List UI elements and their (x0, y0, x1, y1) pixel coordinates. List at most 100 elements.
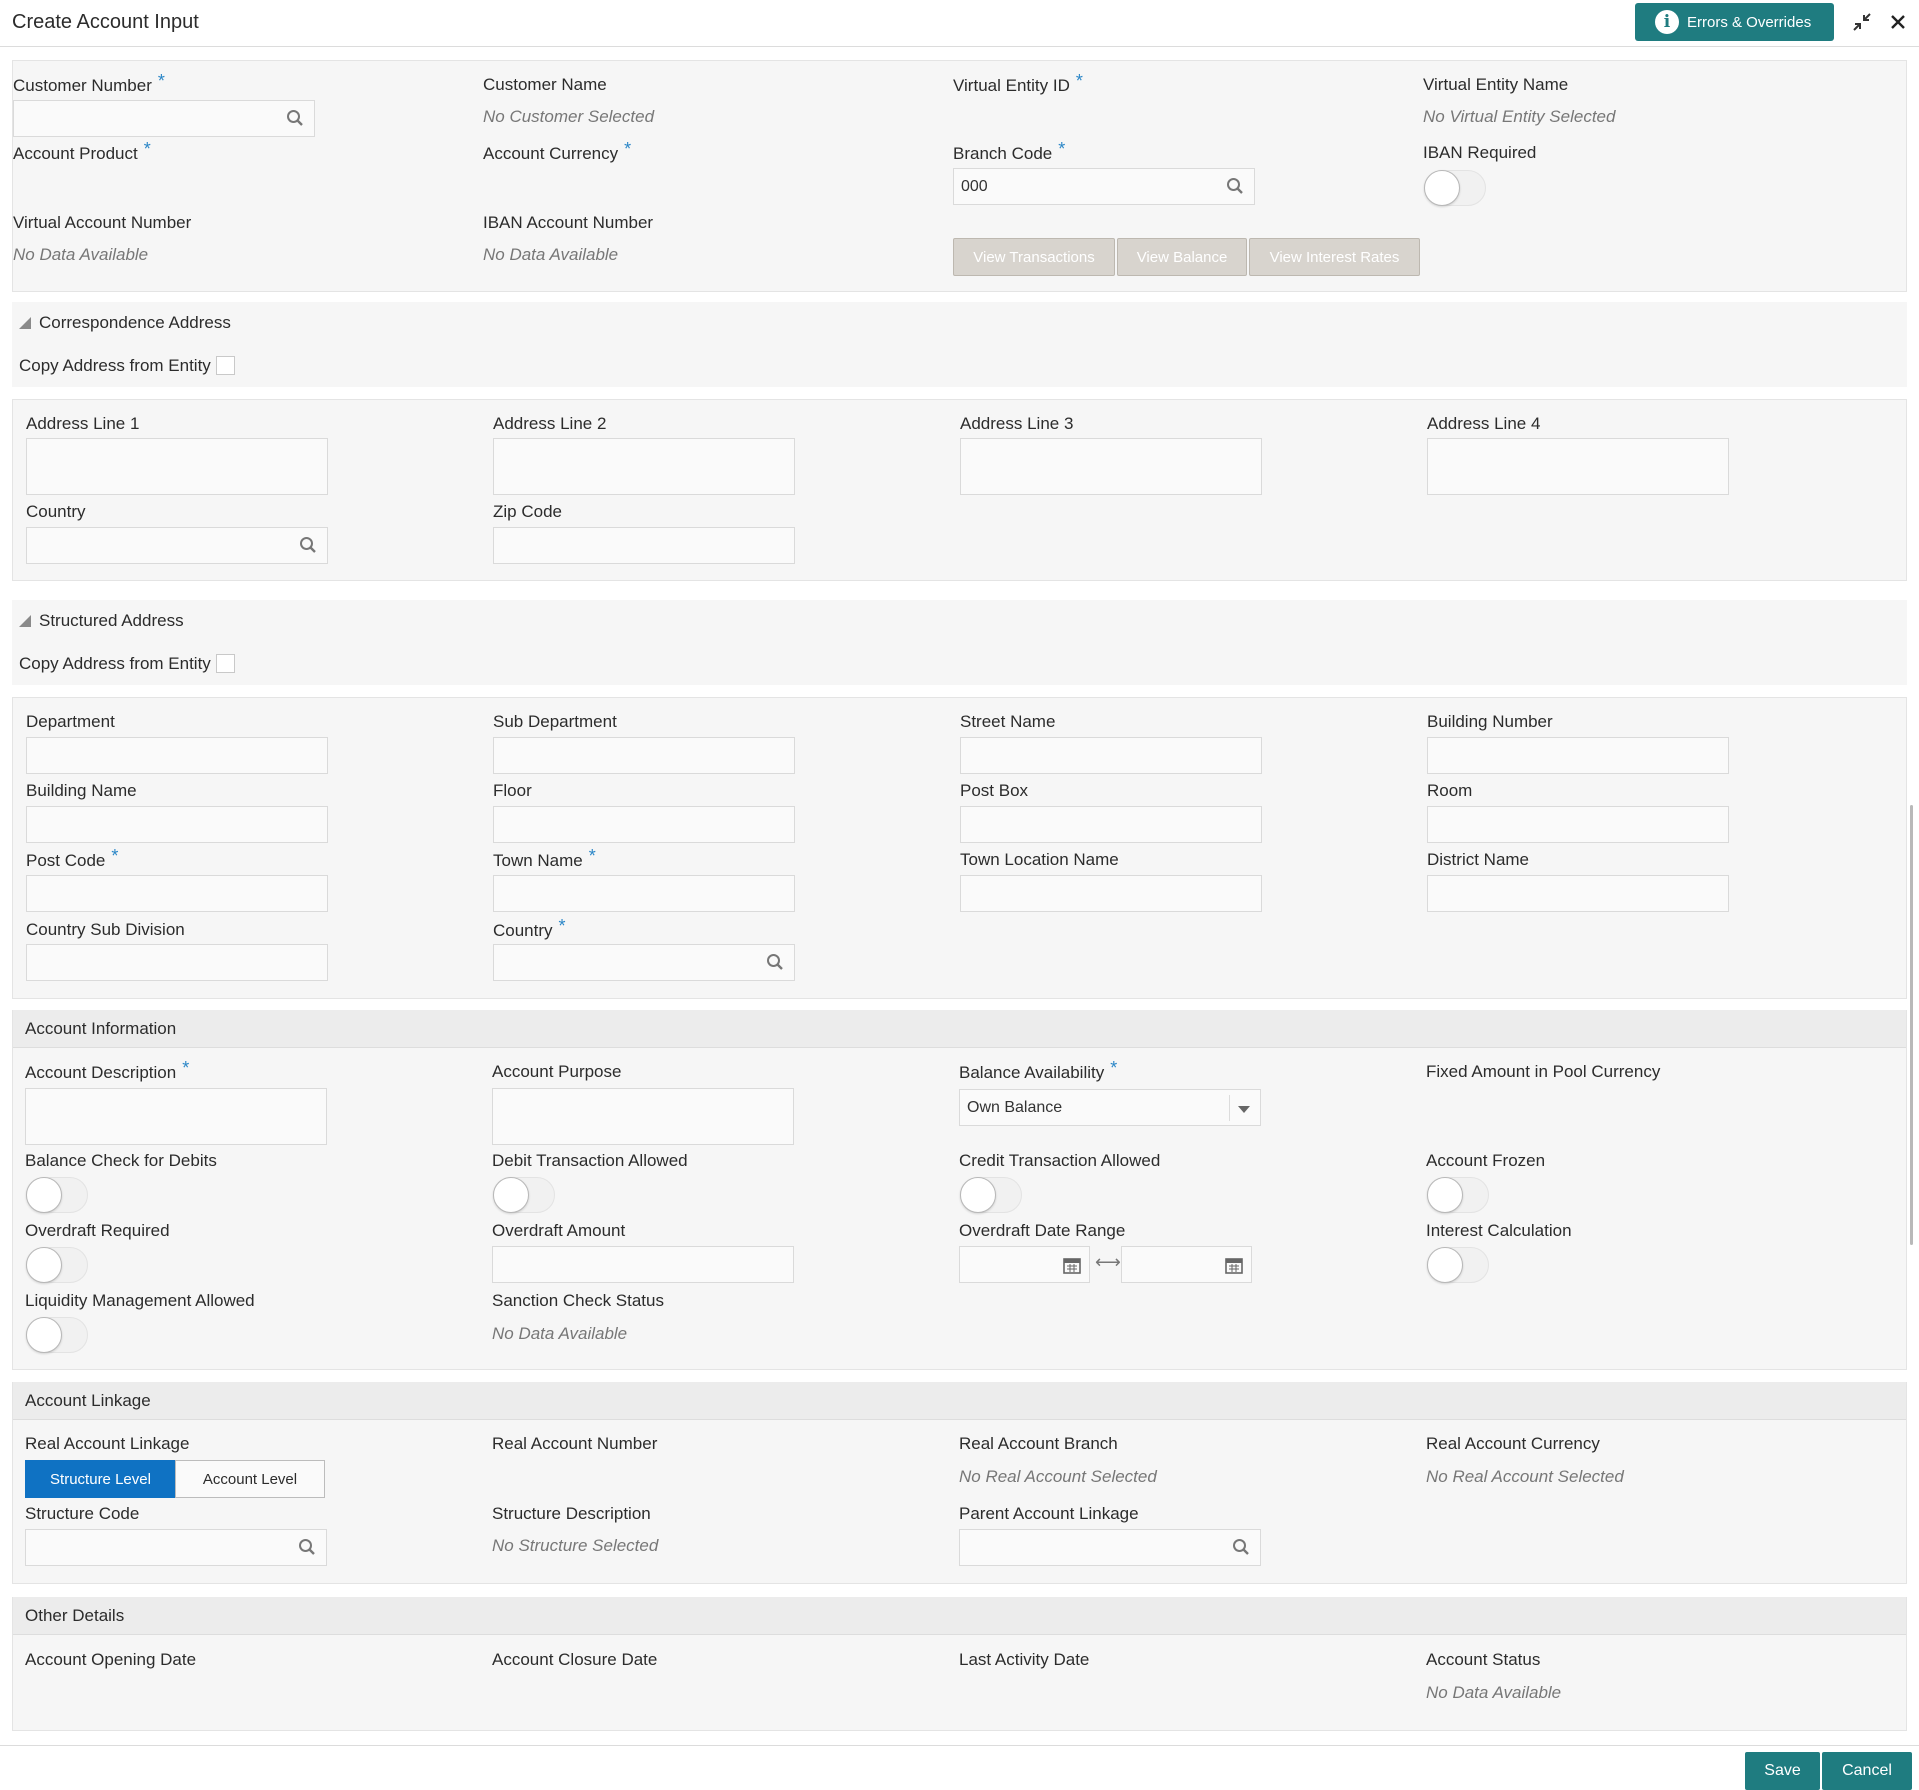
address-line-2-input[interactable] (493, 438, 795, 495)
parent-account-linkage-input[interactable] (959, 1529, 1261, 1566)
structure-code-input[interactable] (25, 1529, 327, 1566)
liquidity-allowed-toggle[interactable] (26, 1317, 88, 1353)
account-status-label: Account Status (1426, 1650, 1541, 1669)
calendar-icon[interactable] (1225, 1256, 1243, 1274)
save-button[interactable]: Save (1745, 1752, 1820, 1790)
copy-address-checkbox[interactable] (216, 356, 235, 375)
branch-code-input[interactable]: 000 (953, 168, 1255, 205)
correspondence-address-toggle[interactable]: Correspondence Address (19, 313, 231, 333)
structured-header-panel (12, 600, 1907, 685)
customer-name-label: Customer Name (483, 75, 607, 94)
room-input[interactable] (1427, 806, 1729, 843)
building-name-input[interactable] (26, 806, 328, 843)
address-line-1-input[interactable] (26, 438, 328, 495)
page-footer (0, 1745, 1919, 1790)
copy-address-checkbox[interactable] (216, 654, 235, 673)
debit-allowed-toggle[interactable] (493, 1177, 555, 1213)
view-balance-button[interactable]: View Balance (1117, 238, 1247, 276)
branch-code-label: Branch Code * (953, 139, 1066, 163)
cancel-button[interactable]: Cancel (1822, 1752, 1912, 1790)
address-line-3-input[interactable] (960, 438, 1262, 495)
iban-required-toggle[interactable] (1424, 170, 1486, 206)
structured-country-label: Country * (493, 916, 566, 940)
real-account-branch-value: No Real Account Selected (959, 1467, 1157, 1486)
town-location-name-input[interactable] (960, 875, 1262, 912)
zip-code-input[interactable] (493, 527, 795, 564)
sub-department-label: Sub Department (493, 712, 617, 731)
credit-allowed-toggle[interactable] (960, 1177, 1022, 1213)
copy-address-label: Copy Address from Entity (19, 356, 211, 375)
account-frozen-toggle[interactable] (1427, 1177, 1489, 1213)
virtual-entity-name-value: No Virtual Entity Selected (1423, 107, 1616, 126)
fixed-amount-label: Fixed Amount in Pool Currency (1426, 1062, 1661, 1081)
view-transactions-button[interactable]: View Transactions (953, 238, 1115, 276)
real-account-branch-label: Real Account Branch (959, 1434, 1118, 1453)
post-code-label: Post Code * (26, 846, 119, 870)
country-sub-division-input[interactable] (26, 944, 328, 981)
close-icon[interactable] (1886, 10, 1910, 34)
balance-check-toggle[interactable] (26, 1177, 88, 1213)
search-icon[interactable] (1226, 177, 1244, 195)
department-input[interactable] (26, 737, 328, 774)
address-line-4-input[interactable] (1427, 438, 1729, 495)
search-icon[interactable] (286, 109, 304, 127)
account-purpose-input[interactable] (492, 1088, 794, 1145)
address-line-3-label: Address Line 3 (960, 414, 1074, 433)
overdraft-amount-input[interactable] (492, 1246, 794, 1283)
other-details-header: Other Details (13, 1597, 1906, 1635)
floor-label: Floor (493, 781, 532, 800)
post-code-input[interactable] (26, 875, 328, 912)
vertical-scrollbar[interactable] (1910, 805, 1913, 1245)
customer-number-input[interactable] (13, 100, 315, 137)
country-sub-division-label: Country Sub Division (26, 920, 185, 939)
district-name-input[interactable] (1427, 875, 1729, 912)
minimize-icon[interactable] (1850, 10, 1874, 34)
search-icon[interactable] (1232, 1538, 1250, 1556)
account-product-label: Account Product * (13, 139, 151, 163)
info-icon: i (1655, 10, 1679, 34)
floor-input[interactable] (493, 806, 795, 843)
interest-calculation-toggle[interactable] (1427, 1247, 1489, 1283)
structure-level-button[interactable]: Structure Level (25, 1460, 176, 1498)
balance-availability-select[interactable]: Own Balance (959, 1089, 1261, 1126)
real-account-currency-value: No Real Account Selected (1426, 1467, 1624, 1486)
sub-department-input[interactable] (493, 737, 795, 774)
overdraft-start-date-input[interactable] (959, 1246, 1090, 1283)
collapse-triangle-icon (19, 317, 31, 329)
errors-overrides-button[interactable]: i Errors & Overrides (1635, 3, 1834, 41)
account-level-button[interactable]: Account Level (175, 1460, 325, 1498)
view-interest-rates-button[interactable]: View Interest Rates (1249, 238, 1420, 276)
overdraft-required-label: Overdraft Required (25, 1221, 170, 1240)
page-header: Create Account Input i Errors & Override… (0, 0, 1919, 47)
account-description-input[interactable] (25, 1088, 327, 1145)
search-icon[interactable] (299, 536, 317, 554)
credit-allowed-label: Credit Transaction Allowed (959, 1151, 1161, 1170)
building-name-label: Building Name (26, 781, 137, 800)
post-box-label: Post Box (960, 781, 1029, 800)
structure-description-value: No Structure Selected (492, 1536, 659, 1555)
virtual-account-number-value: No Data Available (13, 245, 149, 264)
chevron-down-icon (1238, 1106, 1250, 1113)
structured-address-title: Structured Address (39, 611, 184, 630)
building-number-input[interactable] (1427, 737, 1729, 774)
overdraft-amount-label: Overdraft Amount (492, 1221, 626, 1240)
account-opening-date-label: Account Opening Date (25, 1650, 197, 1669)
address-line-2-label: Address Line 2 (493, 414, 607, 433)
account-status-value: No Data Available (1426, 1683, 1562, 1702)
search-icon[interactable] (298, 1538, 316, 1556)
structured-address-toggle[interactable]: Structured Address (19, 611, 184, 631)
search-icon[interactable] (766, 953, 784, 971)
country-label: Country (26, 502, 86, 521)
iban-required-label: IBAN Required (1423, 143, 1537, 162)
balance-availability-label: Balance Availability * (959, 1058, 1118, 1082)
range-arrow-icon: ⟷ (1095, 1252, 1121, 1272)
street-name-input[interactable] (960, 737, 1262, 774)
country-input[interactable] (26, 527, 328, 564)
other-details-title: Other Details (25, 1606, 125, 1625)
calendar-icon[interactable] (1063, 1256, 1081, 1274)
town-name-input[interactable] (493, 875, 795, 912)
post-box-input[interactable] (960, 806, 1262, 843)
structured-country-input[interactable] (493, 944, 795, 981)
overdraft-required-toggle[interactable] (26, 1247, 88, 1283)
overdraft-end-date-input[interactable] (1121, 1246, 1252, 1283)
